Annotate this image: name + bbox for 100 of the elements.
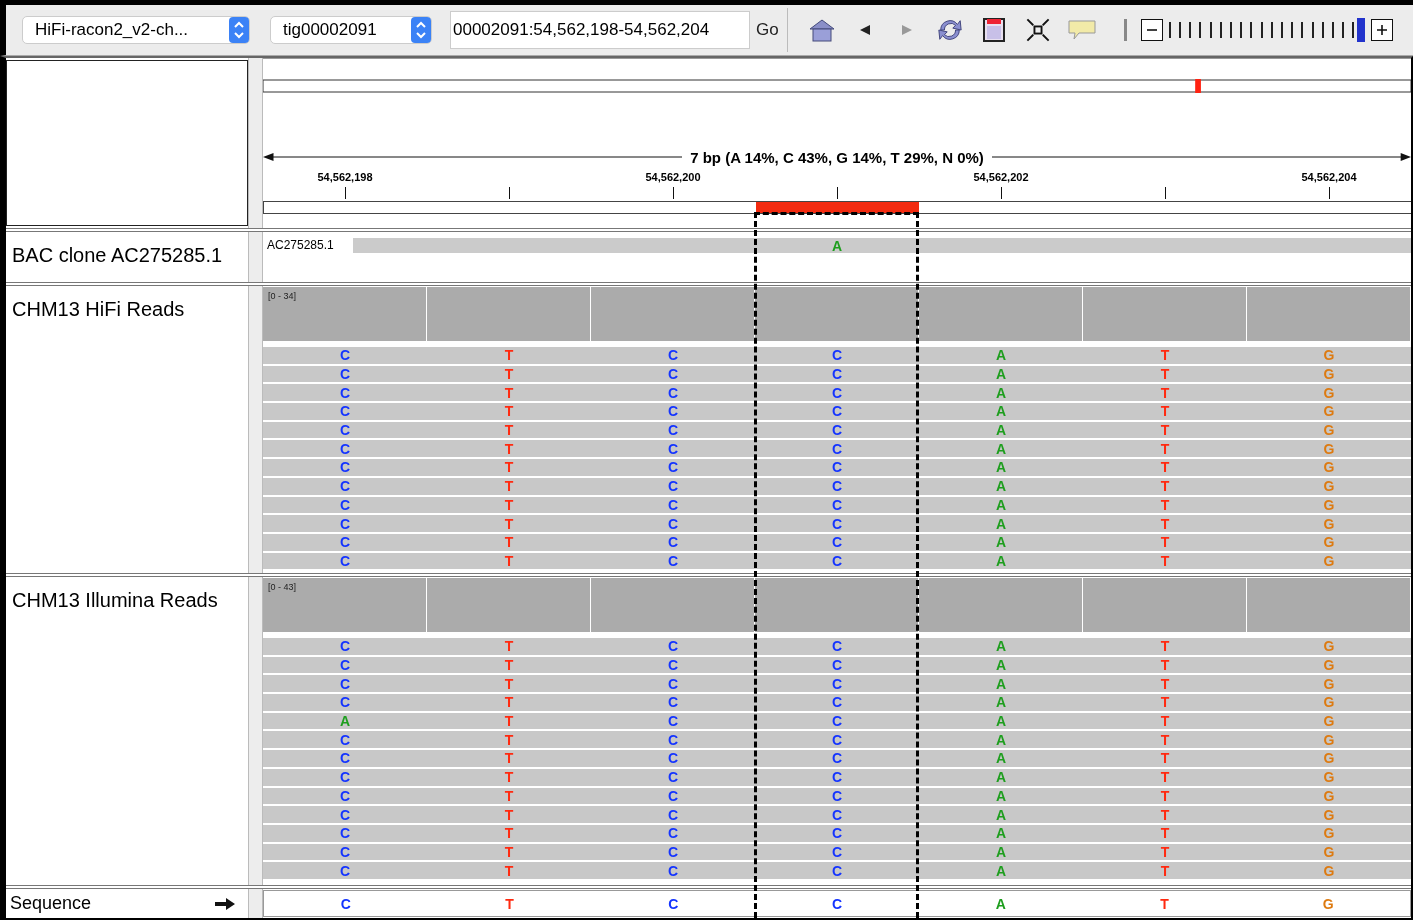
base-letter: C <box>667 826 679 841</box>
base-letter: G <box>1322 896 1334 911</box>
base-letter: G <box>1323 535 1335 550</box>
base-letter: G <box>1323 516 1335 531</box>
base-letter: T <box>1160 863 1170 878</box>
base-letter: G <box>1323 844 1335 859</box>
track-name: Sequence <box>10 893 92 914</box>
chromosome-dropdown[interactable]: tig00002091 <box>270 16 432 44</box>
base-letter: T <box>1160 788 1170 803</box>
base-letter: C <box>667 348 679 363</box>
separator-icon <box>1123 19 1127 41</box>
base-letter: C <box>667 516 679 531</box>
base-letter: T <box>504 367 514 382</box>
base-letter: T <box>504 460 514 475</box>
zoom-out-button[interactable] <box>1140 19 1163 41</box>
stepper-icon <box>411 17 431 43</box>
base-letter: T <box>1160 367 1170 382</box>
base-letter: T <box>504 751 514 766</box>
base-letter: A <box>995 770 1007 785</box>
tick-label: 54,562,198 <box>316 171 374 185</box>
genome-dropdown[interactable]: HiFi-racon2_v2-ch... <box>22 16 250 44</box>
base-letter: T <box>504 479 514 494</box>
base-letter: A <box>995 404 1007 419</box>
base-letter: A <box>995 826 1007 841</box>
zoom-in-button[interactable] <box>1370 19 1393 41</box>
base-letter: A <box>995 732 1007 747</box>
base-letter: T <box>504 404 514 419</box>
base-letter: C <box>667 844 679 859</box>
tick-mark <box>508 187 510 199</box>
base-letter: C <box>667 460 679 475</box>
base-letter: C <box>339 535 351 550</box>
base-letter: C <box>339 553 351 568</box>
base-letter: C <box>667 676 679 691</box>
base-letter: C <box>831 844 843 859</box>
base-letter: C <box>831 732 843 747</box>
range-label: [0 - 34] <box>268 291 296 301</box>
base-letter: T <box>504 553 514 568</box>
base-letter: T <box>505 896 514 911</box>
base-letter: T <box>1160 676 1170 691</box>
zoom-thumb[interactable] <box>1356 18 1365 42</box>
base-letter: A <box>995 348 1007 363</box>
base-letter: C <box>339 788 351 803</box>
base-letter: A <box>995 441 1007 456</box>
left-arrow-icon <box>263 152 683 162</box>
base-letter: T <box>504 732 514 747</box>
base-letter: T <box>1160 497 1170 512</box>
base-letter: T <box>1160 826 1170 841</box>
base-letter: T <box>1160 807 1170 822</box>
base-letter: C <box>831 863 843 878</box>
base-letter: A <box>995 658 1007 673</box>
base-letter: C <box>667 751 679 766</box>
base-letter: C <box>831 695 843 710</box>
base-letter: T <box>1160 751 1170 766</box>
base-letter: C <box>339 516 351 531</box>
go-button[interactable]: Go <box>750 20 785 40</box>
base-letter: C <box>667 658 679 673</box>
base-letter: A <box>995 553 1007 568</box>
base-letter: A <box>995 535 1007 550</box>
base-letter: G <box>1323 714 1335 729</box>
base-letter: A <box>995 788 1007 803</box>
base-letter: G <box>1323 732 1335 747</box>
tick-label: 54,562,202 <box>972 171 1030 185</box>
base-letter: C <box>339 732 351 747</box>
base-letter: T <box>504 844 514 859</box>
right-arrow-icon <box>991 152 1411 162</box>
base-letter: C <box>339 460 351 475</box>
base-letter: C <box>831 516 843 531</box>
base-letter: T <box>504 423 514 438</box>
base-letter: A <box>995 479 1007 494</box>
base-letter: G <box>1323 367 1335 382</box>
range-label: [0 - 43] <box>268 582 296 592</box>
base-letter: T <box>1160 404 1170 419</box>
base-letter: C <box>831 479 843 494</box>
base-letter: C <box>831 658 843 673</box>
base-letter: C <box>831 788 843 803</box>
base-letter: T <box>1160 479 1170 494</box>
base-letter: G <box>1323 658 1335 673</box>
base-letter: A <box>995 863 1007 878</box>
zoom-slider[interactable] <box>1168 20 1365 40</box>
base-letter: C <box>667 479 679 494</box>
base-letter: T <box>1160 639 1170 654</box>
base-letter: C <box>339 367 351 382</box>
base-letter: C <box>831 423 843 438</box>
base-letter: T <box>1160 896 1169 911</box>
base-letter: T <box>504 714 514 729</box>
base-letter: C <box>339 751 351 766</box>
base-letter: A <box>831 238 843 253</box>
base-letter: T <box>504 807 514 822</box>
base-letter: T <box>504 863 514 878</box>
base-letter: C <box>831 460 843 475</box>
base-letter: C <box>667 535 679 550</box>
base-letter: C <box>340 896 351 911</box>
locus-field[interactable]: 00002091:54,562,198-54,562,204 <box>450 11 750 49</box>
tick-mark <box>344 187 346 199</box>
right-arrow-icon[interactable] <box>214 896 236 911</box>
base-letter: G <box>1323 385 1335 400</box>
base-letter: G <box>1323 639 1335 654</box>
base-letter: C <box>831 348 843 363</box>
base-letter: A <box>995 695 1007 710</box>
plus-icon <box>1374 23 1389 37</box>
